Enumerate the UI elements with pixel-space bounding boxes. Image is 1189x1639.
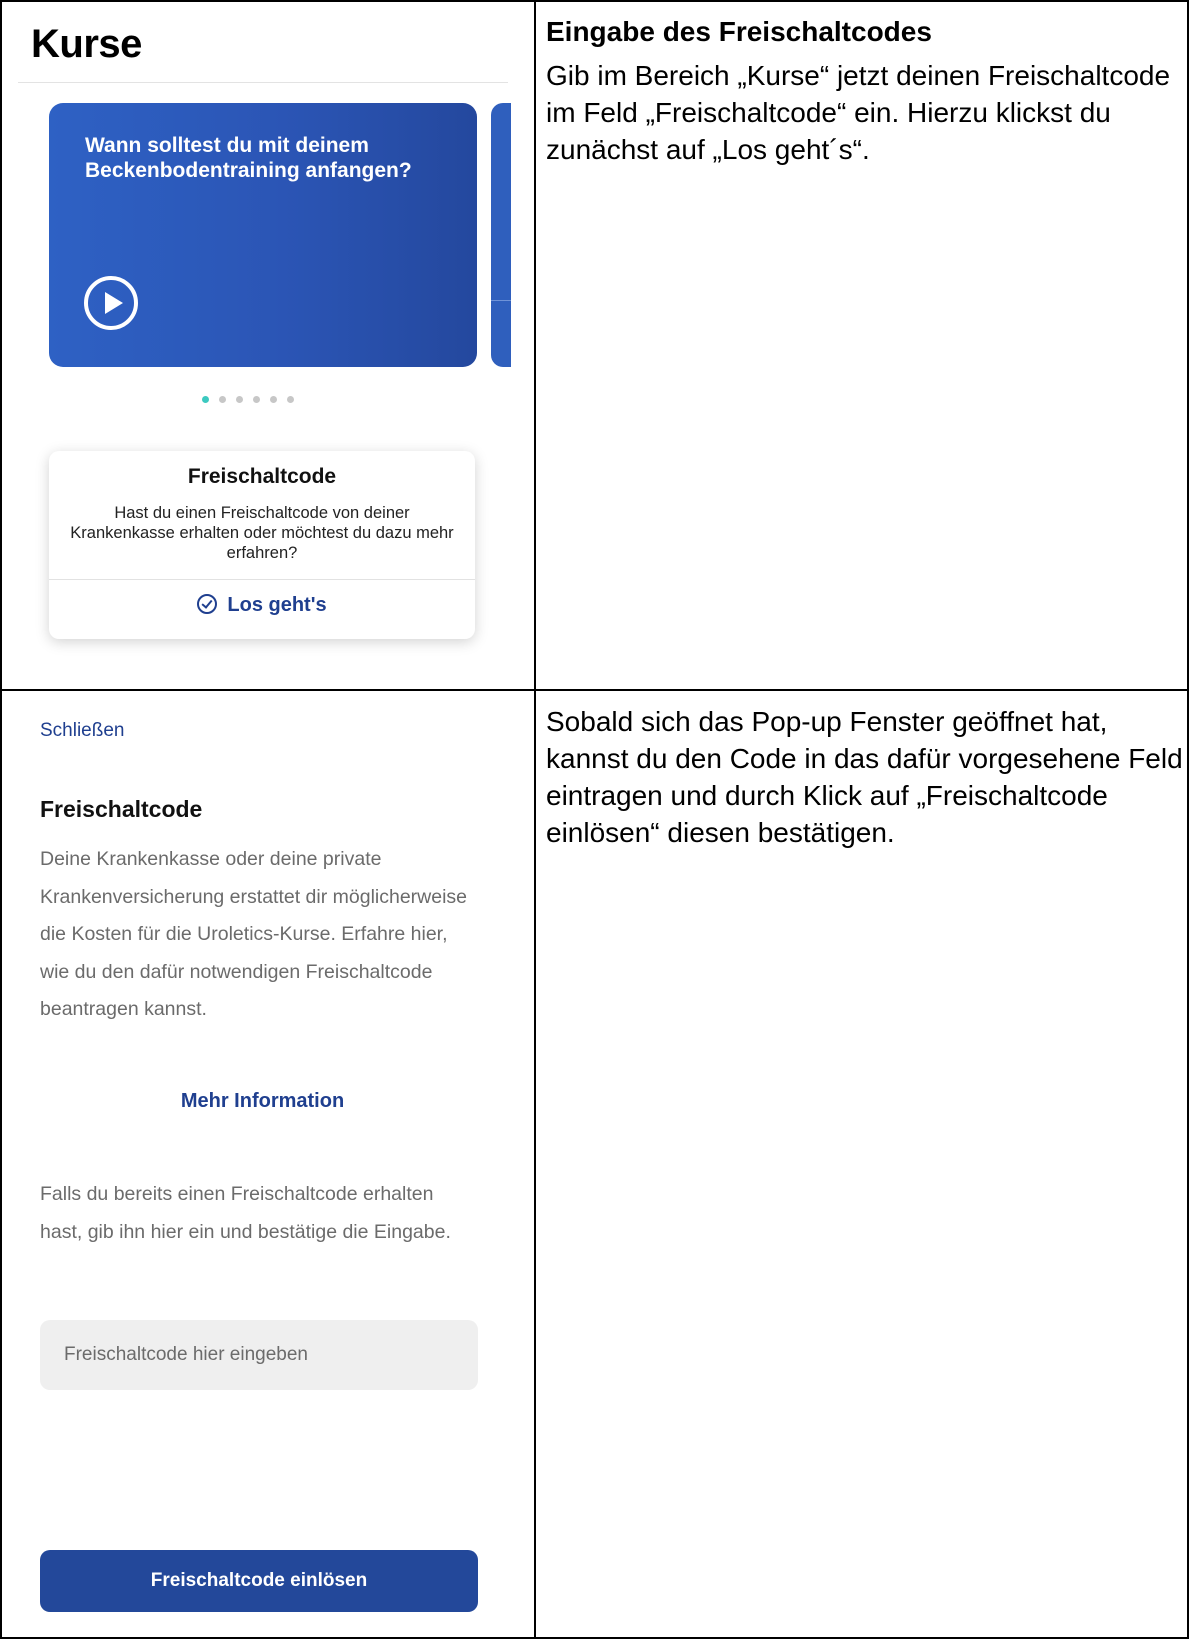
- popup-instruction-text: Falls du bereits einen Freischaltcode er…: [40, 1183, 451, 1243]
- next-course-card[interactable]: [491, 103, 511, 367]
- carousel-dot[interactable]: [270, 396, 277, 403]
- carousel-dot[interactable]: [236, 396, 243, 403]
- carousel-dot[interactable]: [287, 396, 294, 403]
- carousel-dot[interactable]: [219, 396, 226, 403]
- step-1-text: Gib im Bereich „Kurse“ jetzt deinen Frei…: [546, 60, 1171, 165]
- table-border-top: [0, 0, 1189, 2]
- step-1-heading: Eingabe des Freischaltcodes: [546, 16, 932, 47]
- carousel-dot-active[interactable]: [202, 396, 209, 403]
- close-link[interactable]: Schließen: [40, 720, 125, 742]
- lets-go-label: Los geht's: [227, 594, 327, 616]
- unlock-code-card-description: Hast du einen Freischaltcode von deiner …: [70, 504, 454, 562]
- unlock-code-input[interactable]: [40, 1320, 478, 1390]
- more-info-link[interactable]: Mehr Information: [0, 1090, 525, 1113]
- video-card-question: Wann solltest du mit deinem Beckenbodent…: [85, 134, 412, 182]
- card-divider: [49, 579, 475, 580]
- table-row-divider: [0, 689, 1189, 691]
- carousel-dot[interactable]: [253, 396, 260, 403]
- play-icon[interactable]: [84, 276, 138, 330]
- popup-title: Freischaltcode: [40, 796, 203, 822]
- title-divider: [18, 82, 508, 83]
- course-video-card[interactable]: Wann solltest du mit deinem Beckenbodent…: [49, 103, 477, 367]
- carousel-pagination: [202, 396, 294, 403]
- page-title: Kurse: [31, 22, 142, 66]
- table-border-left: [0, 0, 2, 1639]
- instruction-table: Kurse Wann solltest du mit deinem Becken…: [0, 0, 1189, 1639]
- step-1-instructions: Eingabe des Freischaltcodes Gib im Berei…: [546, 13, 1186, 168]
- unlock-code-card: Freischaltcode Hast du einen Freischaltc…: [49, 451, 475, 639]
- step-2-text: Sobald sich das Pop-up Fenster geöffnet …: [546, 706, 1183, 848]
- popup-intro-text: Deine Krankenkasse oder deine private Kr…: [40, 848, 468, 1020]
- redeem-code-button[interactable]: Freischaltcode einlösen: [40, 1550, 478, 1612]
- step-2-instructions: Sobald sich das Pop-up Fenster geöffnet …: [546, 703, 1186, 851]
- table-column-divider: [534, 0, 536, 1639]
- lets-go-button[interactable]: Los geht's: [49, 594, 475, 617]
- check-circle-icon: [197, 594, 218, 614]
- unlock-code-card-title: Freischaltcode: [187, 465, 337, 488]
